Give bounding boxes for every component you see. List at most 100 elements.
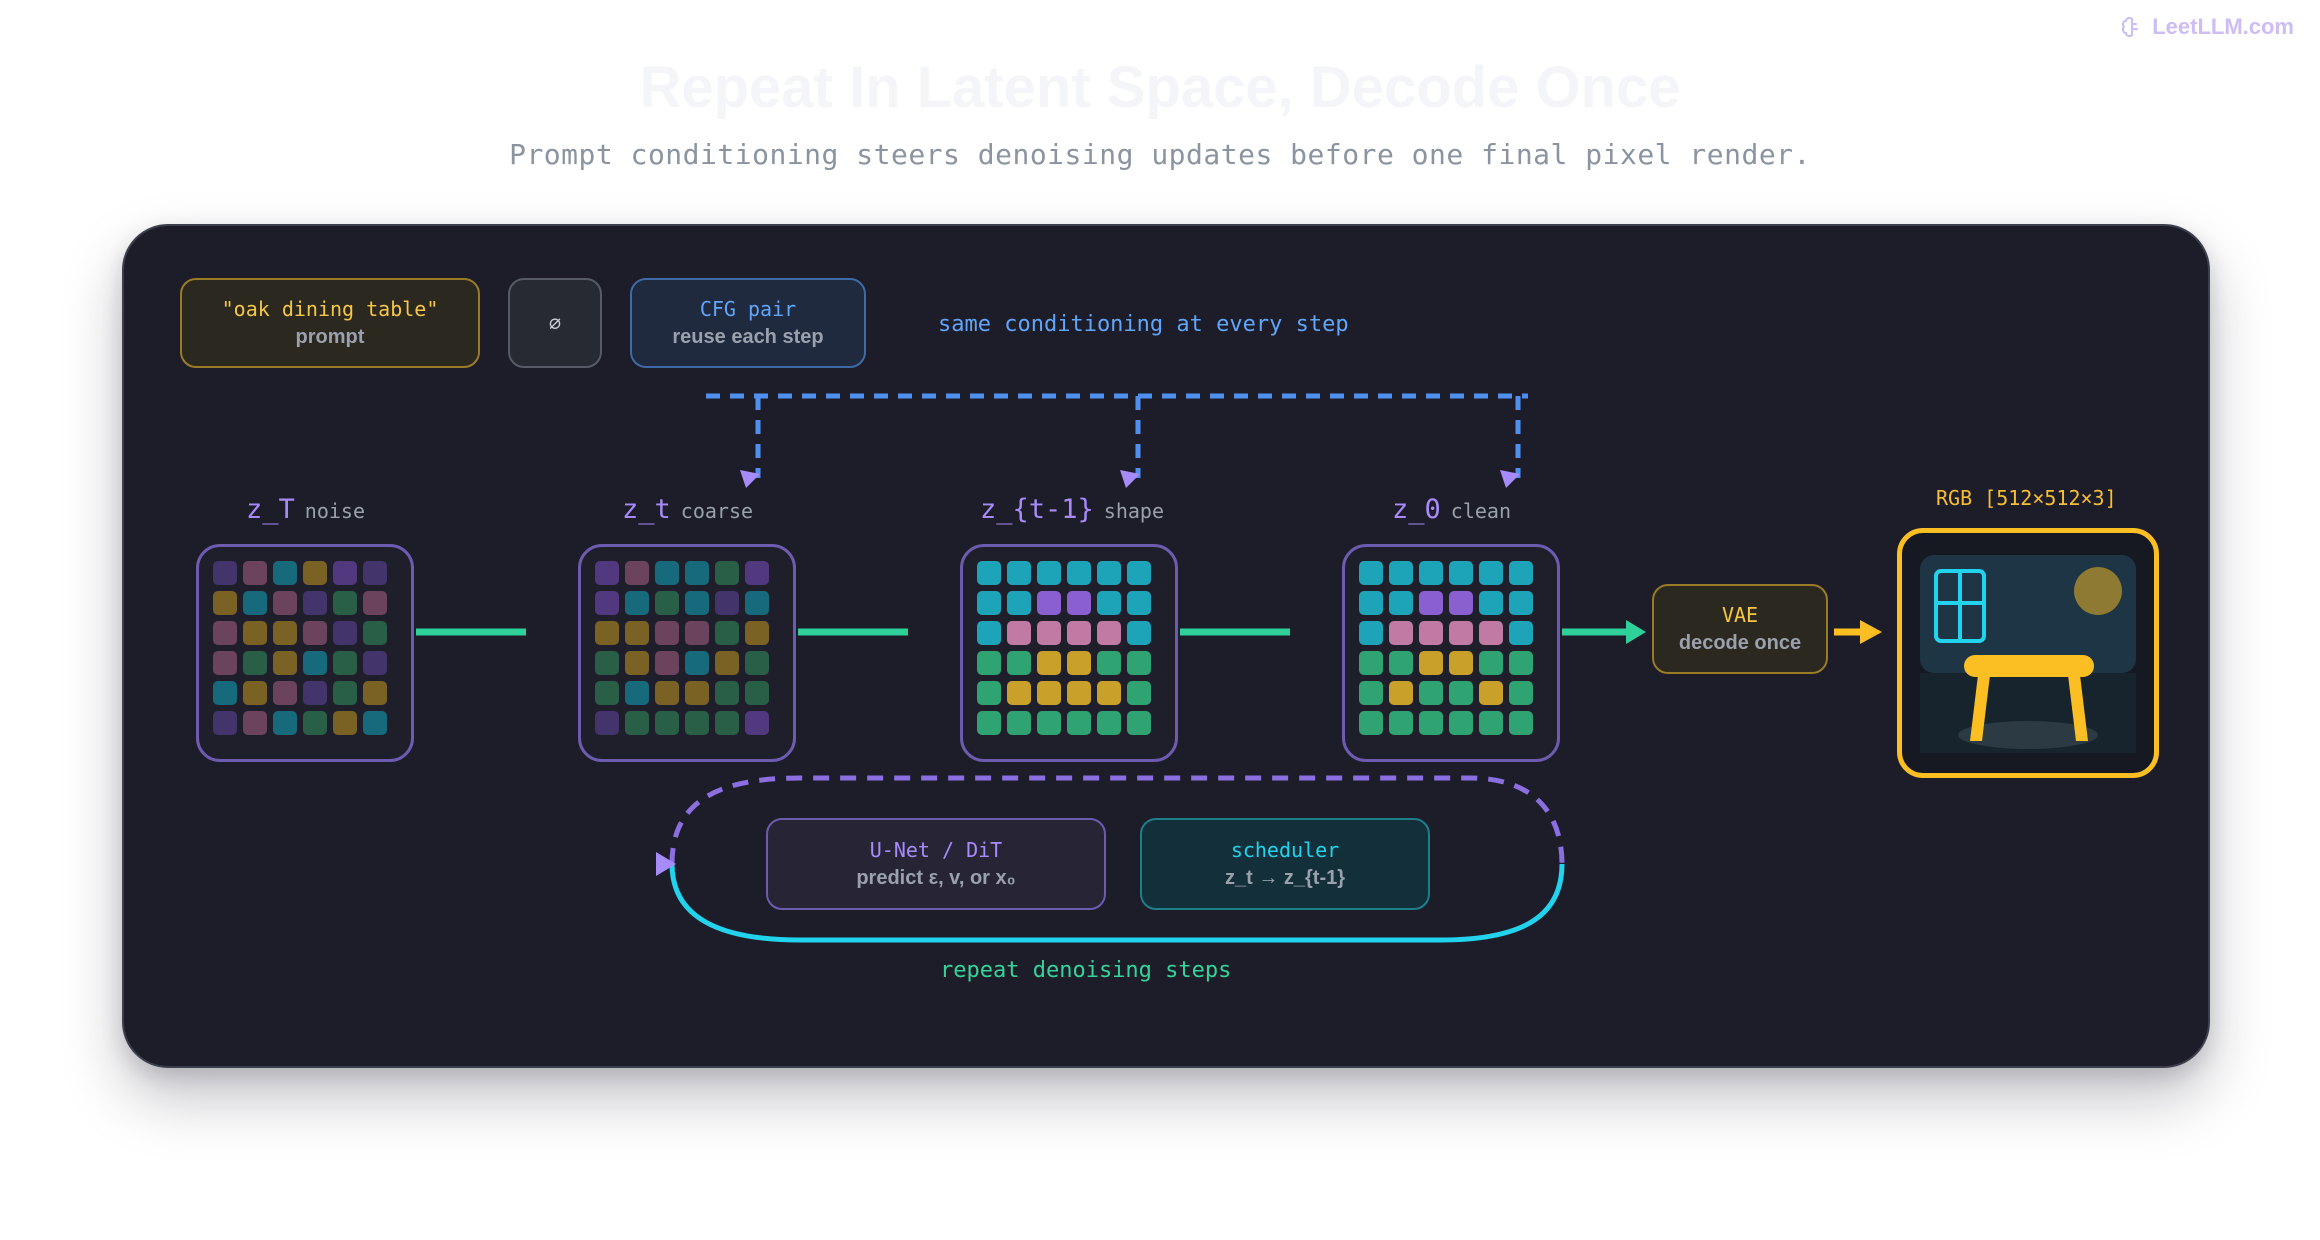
latent-cell: [1097, 591, 1121, 615]
vae-caption: decode once: [1678, 632, 1802, 654]
latent-cell: [1037, 651, 1061, 675]
latent-cell: [1127, 561, 1151, 585]
latent-name: z_{t-1}: [980, 494, 1094, 525]
latent-name: z_t: [622, 494, 671, 525]
latent-cell: [1419, 621, 1443, 645]
latent-cell: [685, 711, 709, 735]
latent-tag: coarse: [680, 499, 754, 523]
latent-tag: shape: [1103, 499, 1165, 523]
latent-cell: [243, 621, 267, 645]
latent-cell: [333, 621, 357, 645]
latent-cell: [1037, 561, 1061, 585]
latent-cell: [1509, 561, 1533, 585]
latent-cell: [363, 621, 387, 645]
latent-cell: [363, 711, 387, 735]
latent-cell: [595, 711, 619, 735]
prompt-box[interactable]: "oak dining table" prompt: [180, 278, 480, 368]
latent-grid-zt: [578, 544, 796, 762]
latent-cell: [303, 681, 327, 705]
latent-cell: [1097, 711, 1121, 735]
latent-cell: [1359, 591, 1383, 615]
output-label: RGB [512×512×3]: [1936, 486, 2117, 510]
latent-cell: [1359, 651, 1383, 675]
latent-cell: [1449, 591, 1473, 615]
latent-cell: [303, 651, 327, 675]
latent-cell: [595, 621, 619, 645]
latent-grid-zT: [196, 544, 414, 762]
latent-cell: [213, 561, 237, 585]
latent-cell: [1007, 681, 1031, 705]
latent-cell: [625, 561, 649, 585]
latent-cell: [1359, 561, 1383, 585]
latent-cell: [1097, 621, 1121, 645]
latent-cell: [1479, 681, 1503, 705]
latent-cell: [1127, 591, 1151, 615]
scheduler-box[interactable]: scheduler z_t → z_{t-1}: [1140, 818, 1430, 910]
latent-cell: [715, 621, 739, 645]
latent-cell: [363, 591, 387, 615]
latent-cell: [655, 561, 679, 585]
latent-cell: [1509, 591, 1533, 615]
unet-dit-box[interactable]: U-Net / DiT predict ε, v, or x₀: [766, 818, 1106, 910]
latent-cell: [1509, 621, 1533, 645]
latent-cell: [685, 681, 709, 705]
conditioning-dashed-line: [706, 393, 1528, 478]
latent-cell: [1509, 651, 1533, 675]
latent-cell: [1067, 621, 1091, 645]
latent-cell: [273, 681, 297, 705]
latent-cell: [1419, 711, 1443, 735]
latent-cell: [363, 681, 387, 705]
latent-cell: [655, 621, 679, 645]
latent-cell: [1479, 561, 1503, 585]
latent-cell: [595, 651, 619, 675]
vae-box[interactable]: VAE decode once: [1652, 584, 1828, 674]
latent-cell: [243, 651, 267, 675]
latent-cell: [745, 561, 769, 585]
null-token: ∅: [548, 311, 562, 335]
latent-cell: [243, 561, 267, 585]
latent-cell: [655, 711, 679, 735]
latent-grid-zt-1: [960, 544, 1178, 762]
latent-cell: [1389, 561, 1413, 585]
latent-cell: [977, 711, 1001, 735]
latent-cell: [655, 591, 679, 615]
latent-cell: [243, 711, 267, 735]
latent-cell: [1389, 591, 1413, 615]
latent-cell: [1419, 681, 1443, 705]
latent-cell: [745, 711, 769, 735]
latent-cell: [595, 591, 619, 615]
latent-cell: [745, 681, 769, 705]
latent-cell: [363, 561, 387, 585]
null-token-box[interactable]: ∅: [508, 278, 602, 368]
latent-cell: [977, 651, 1001, 675]
latent-label-z0: z_0 clean: [1392, 494, 1511, 525]
latent-cell: [625, 651, 649, 675]
latent-cell: [1037, 711, 1061, 735]
latent-cell: [213, 621, 237, 645]
latent-cell: [1449, 651, 1473, 675]
latent-cell: [685, 561, 709, 585]
cfg-title: CFG pair: [699, 297, 797, 321]
latent-grid-z0: [1342, 544, 1560, 762]
latent-cell: [1037, 591, 1061, 615]
latent-cell: [243, 591, 267, 615]
latent-cell: [745, 591, 769, 615]
latent-cell: [595, 681, 619, 705]
cfg-pair-box[interactable]: CFG pair reuse each step: [630, 278, 866, 368]
prompt-text: "oak dining table": [221, 297, 439, 321]
table-scene-image: [1920, 555, 2136, 753]
conditioning-note: same conditioning at every step: [938, 312, 1349, 337]
latent-cell: [715, 561, 739, 585]
latent-cell: [1359, 621, 1383, 645]
rgb-output: [1897, 528, 2159, 778]
scheduler-title: scheduler: [1230, 838, 1340, 862]
vae-title: VAE: [1721, 603, 1759, 627]
latent-cell: [1007, 711, 1031, 735]
latent-cell: [1037, 681, 1061, 705]
latent-cell: [273, 561, 297, 585]
latent-cell: [1479, 621, 1503, 645]
latent-cell: [1127, 621, 1151, 645]
latent-cell: [1067, 651, 1091, 675]
latent-cell: [1097, 651, 1121, 675]
latent-cell: [655, 681, 679, 705]
